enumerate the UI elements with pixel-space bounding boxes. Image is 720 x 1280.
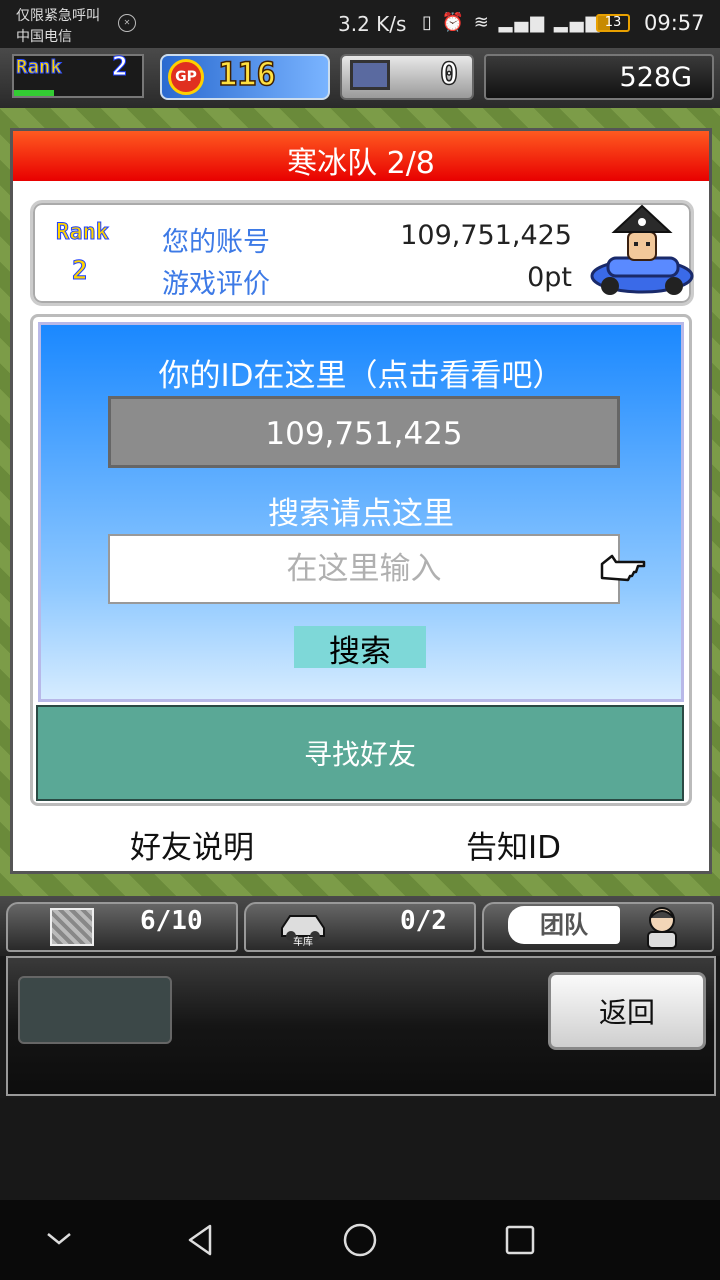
search-button[interactable]: 搜索 [294, 626, 426, 670]
vibrate-icon: ▯ [422, 12, 434, 33]
gp-icon: GP [168, 59, 204, 95]
rating-label: 游戏评价 [162, 269, 270, 300]
network-speed: 3.2 K/s [338, 12, 407, 36]
profile-rank-value: 2 [72, 256, 89, 287]
alarm-icon: ⏰ [441, 12, 467, 33]
account-value: 109,751,425 [400, 220, 572, 251]
crate-count: 6/10 [140, 906, 203, 936]
search-heading: 搜索请点这里 [268, 496, 454, 532]
staff-person-icon [647, 907, 677, 949]
pirate-driver-avatar-icon [590, 204, 694, 295]
rank-value: 2 [112, 52, 129, 83]
friend-id-search-input[interactable] [108, 534, 620, 604]
wifi-icon: ≋ [473, 12, 491, 33]
pointing-hand-icon [600, 554, 646, 582]
carrier-status: 仅限紧急呼叫 [16, 8, 100, 24]
garage-label: 车库 [293, 935, 313, 946]
recent-apps-square-icon[interactable] [502, 1222, 538, 1258]
money-value: 528G [619, 62, 692, 93]
home-circle-icon[interactable] [340, 1220, 380, 1260]
id-heading: 你的ID在这里（点击看看吧） [158, 358, 564, 394]
computer-icon [350, 60, 390, 90]
screen-gap [0, 1098, 720, 1200]
status-icons: ▯ ⏰ ≋ ▂▄▆ ▂▄▆ [422, 12, 601, 33]
collapse-chevron-icon[interactable] [44, 1228, 74, 1248]
rank-progress-bar [14, 90, 54, 96]
clock: 09:57 [644, 11, 705, 35]
garage-count: 0/2 [400, 906, 447, 936]
crate-icon [50, 908, 94, 946]
signal-icon: ▂▄▆ [498, 12, 547, 33]
sim-icon: ✕ [118, 14, 136, 32]
notify-id-link[interactable]: 告知ID [466, 822, 561, 867]
navigation-bar [0, 1200, 720, 1280]
rating-value: 0pt [527, 262, 572, 293]
team-tab[interactable]: 团队 [508, 906, 620, 944]
garage-car-icon: 车库 [281, 915, 325, 946]
account-label: 您的账号 [162, 227, 270, 258]
pc-value: 0 [439, 56, 459, 93]
battery-icon: 13 [596, 14, 630, 32]
find-friend-button[interactable]: 寻找好友 [36, 705, 684, 801]
empty-command-slot [18, 976, 172, 1044]
gp-value: 116 [217, 54, 276, 94]
back-button[interactable]: 返回 [548, 972, 706, 1050]
inventory-slot[interactable] [6, 902, 238, 952]
carrier-name: 中国电信 [16, 29, 72, 45]
friend-help-link[interactable]: 好友说明 [130, 822, 254, 867]
my-id-value[interactable]: 109,751,425 [108, 416, 620, 452]
profile-rank-label: Rank [56, 220, 110, 246]
back-triangle-icon[interactable] [184, 1222, 216, 1258]
dialog-title: 寒冰队 2/8 [287, 146, 435, 181]
rank-label: Rank [16, 56, 63, 79]
signal-3g-icon: ▂▄▆ [553, 12, 602, 33]
